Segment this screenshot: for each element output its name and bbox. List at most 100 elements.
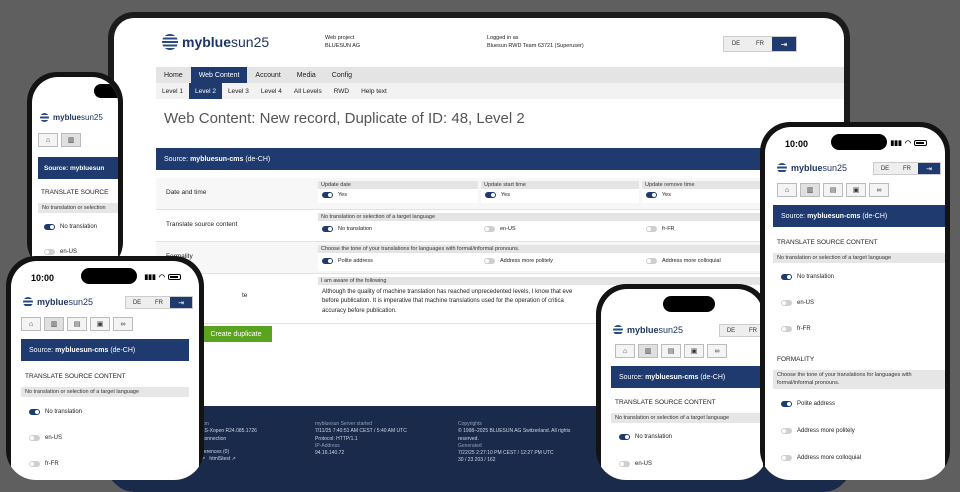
create-duplicate-button[interactable]: Create duplicate [200,326,272,342]
home-icon[interactable]: ⌂ [38,133,58,147]
phone-right: 10:00 ▮▮▮ ◠ mybluesun25 DE FR ⇥ ⌂ ▥ ▤ ▣ ∞ Sou… [760,122,950,480]
logged-value: Bluesun RWD Team 63721 (Superuser) [487,42,584,49]
phone-tl-source-bar: Source: mybluesun [38,157,118,179]
phone-r-logo[interactable]: mybluesun25 [777,163,847,173]
image-icon[interactable]: ▣ [90,317,110,331]
polite-toggle[interactable] [322,258,333,264]
lang-fr-button[interactable]: FR [748,37,772,51]
footer-server-heading: mybluesun Server started [315,421,372,427]
en-us-toggle[interactable] [619,461,630,467]
menu-item-home[interactable]: Home [156,67,191,83]
submenu-item-rwd[interactable]: RWD [328,83,355,99]
en-us-toggle[interactable] [44,249,55,255]
menu-item-config[interactable]: Config [324,67,360,83]
more-colloquial-toggle[interactable] [781,455,792,461]
phone-tl-logo: mybluesun25 [40,113,103,122]
footer-reserved: reserved. [458,435,479,442]
image-icon[interactable]: ▣ [846,183,866,197]
update-date-cell: Update date Yes [318,181,478,203]
link-icon[interactable]: ∞ [113,317,133,331]
translate-caption: No translation or selection of a target … [611,413,763,423]
polite-toggle[interactable] [781,401,792,407]
status-time: 10:00 [31,273,55,283]
lang-de-button[interactable]: DE [724,37,748,51]
phone-bl-logo[interactable]: mybluesun25 [23,297,93,307]
en-us-toggle[interactable] [781,300,792,306]
image-icon[interactable]: ▣ [684,344,704,358]
update-date-toggle[interactable] [322,192,333,198]
en-us-label: en-US [45,435,63,441]
signal-icon: ▮▮▮ [144,274,156,281]
book-icon[interactable]: ▥ [638,344,658,358]
update-remove-toggle[interactable] [646,192,657,198]
en-us-toggle[interactable] [29,435,40,441]
lang-fr-button[interactable]: FR [148,297,170,308]
home-icon[interactable]: ⌂ [777,183,797,197]
logo-text-light: sun25 [658,325,684,335]
menu-item-account[interactable]: Account [247,67,288,83]
lang-de-button[interactable]: DE [874,163,896,174]
home-icon[interactable]: ⌂ [615,344,635,358]
project-label: Web project [325,35,355,41]
document-icon[interactable]: ▤ [823,183,843,197]
logout-icon[interactable]: ⇥ [170,297,192,308]
submenu-item-level-2[interactable]: Level 2 [188,83,222,99]
no-translation-toggle[interactable] [29,409,40,415]
document-icon[interactable]: ▤ [67,317,87,331]
footer-generated-heading: Generated [458,442,482,449]
en-us-toggle[interactable] [484,226,495,232]
formality-caption-line-2: formal/informal pronouns. [777,379,840,386]
more-polite-toggle[interactable] [781,428,792,434]
no-translation-toggle[interactable] [322,226,333,232]
footer-html5test-link[interactable]: htmlStest [209,456,230,462]
lang-de-button[interactable]: DE [126,297,148,308]
update-start-toggle[interactable] [485,192,496,198]
book-icon[interactable]: ▥ [44,317,64,331]
submenu-item-level-4[interactable]: Level 4 [255,83,288,99]
logo[interactable]: mybluesun25 [162,34,269,50]
logout-icon[interactable]: ⇥ [772,37,796,51]
phone-bc-logo[interactable]: mybluesun25 [613,325,683,335]
formality-cell: Choose the tone of your translations for… [318,245,802,271]
submenu-item-help-text[interactable]: Help text [355,83,393,99]
translate-caption: No translation or selection of a target … [773,253,945,263]
submenu-item-all-levels[interactable]: All Levels [288,83,328,99]
globe-icon [777,163,787,173]
fr-fr-toggle[interactable] [781,326,792,332]
no-translation-toggle[interactable] [619,434,630,440]
battery-icon [914,140,927,146]
polite-label: Polite address [338,258,373,264]
menu-item-web-content[interactable]: Web Content [190,67,248,83]
en-us-label: en-US [60,249,78,255]
en-us-label: en-US [635,461,653,467]
phone-bc-source-bar: Source: mybluesun-cms (de-CH) [611,366,763,388]
sub-menu: Level 1 Level 2 Level 3 Level 4 All Levels RW… [156,83,844,99]
document-icon[interactable]: ▤ [661,344,681,358]
logout-icon[interactable]: ⇥ [918,163,940,174]
more-polite-toggle[interactable] [484,258,495,264]
formality-caption: Choose the tone of your translations for… [773,370,945,390]
footer-col-version: rsion SES-Xopen R24.085.1726 L connectio… [198,421,257,463]
footer-references-link[interactable]: references (0) [198,449,257,456]
more-colloquial-toggle[interactable] [646,258,657,264]
submenu-item-level-3[interactable]: Level 3 [222,83,255,99]
menu-item-media[interactable]: Media [289,67,324,83]
book-icon[interactable]: ▥ [800,183,820,197]
submenu-item-level-1[interactable]: Level 1 [156,83,189,99]
fr-fr-toggle[interactable] [29,461,40,467]
phone-top-left: mybluesun25 ⌂ ▥ Source: mybluesun TRANSLA… [27,72,123,272]
lang-fr-button[interactable]: FR [896,163,918,174]
fr-fr-toggle[interactable] [646,226,657,232]
logged-label: Logged in as [487,35,519,41]
no-translation-toggle[interactable] [44,224,55,230]
book-icon[interactable]: ▥ [61,133,81,147]
phone-bl-tabs: ⌂ ▥ ▤ ▣ ∞ [21,317,133,331]
home-icon[interactable]: ⌂ [21,317,41,331]
logo-text-bold: myblue [791,163,823,173]
lang-de-button[interactable]: DE [720,325,742,336]
translate-caption: No translation or selection of a target … [21,387,189,397]
link-icon[interactable]: ∞ [707,344,727,358]
no-translation-toggle[interactable] [781,274,792,280]
link-icon[interactable]: ∞ [869,183,889,197]
battery-icon [168,274,181,280]
